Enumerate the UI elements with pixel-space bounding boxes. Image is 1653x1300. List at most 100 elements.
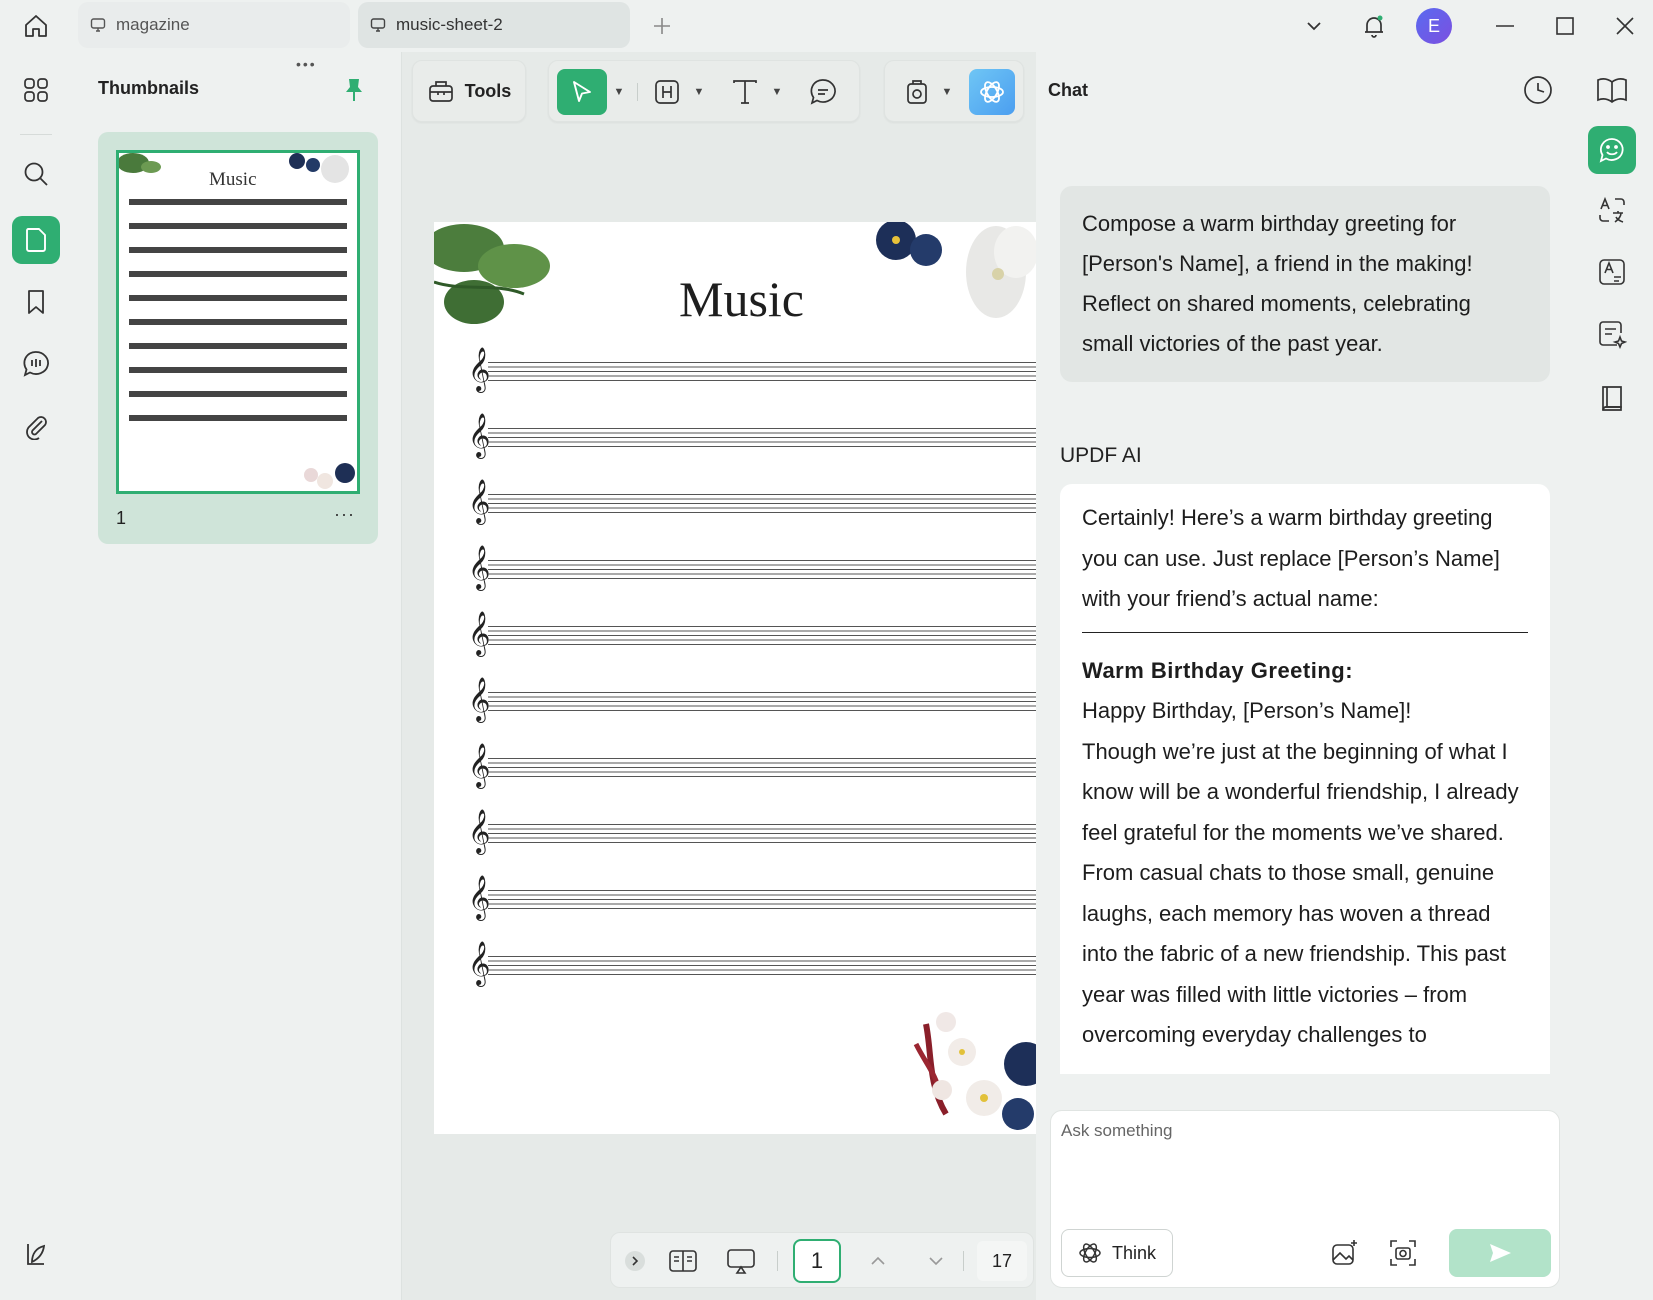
ai-divider bbox=[1082, 631, 1528, 633]
page-number-input[interactable]: 1 bbox=[793, 1239, 841, 1283]
heading-icon bbox=[655, 80, 679, 104]
music-staff: 𝄞 bbox=[468, 809, 1036, 853]
send-icon bbox=[1490, 1244, 1511, 1262]
insert-image-button[interactable] bbox=[1323, 1231, 1367, 1275]
presentation-button[interactable] bbox=[723, 1243, 759, 1279]
search-button[interactable] bbox=[12, 150, 60, 198]
thumbnail-page-title: Music bbox=[209, 169, 257, 190]
cursor-icon bbox=[573, 81, 591, 102]
bookmarks-button[interactable] bbox=[12, 278, 60, 326]
atom-icon bbox=[1079, 1243, 1101, 1263]
collapse-nav-button[interactable] bbox=[623, 1243, 647, 1279]
music-staff: 𝄞 bbox=[468, 545, 1036, 589]
thumbnail-card[interactable]: Music 1 ··· bbox=[98, 132, 378, 544]
ai-assistant-button[interactable] bbox=[969, 69, 1015, 115]
ai-message: Certainly! Here’s a warm birthday greeti… bbox=[1060, 484, 1550, 1074]
translate-button[interactable] bbox=[1588, 186, 1636, 234]
home-button[interactable] bbox=[18, 8, 54, 44]
chevron-down-icon bbox=[929, 1257, 943, 1266]
book-open-icon bbox=[1597, 78, 1627, 104]
book-icon bbox=[1602, 386, 1622, 411]
previous-page-button[interactable] bbox=[863, 1243, 893, 1279]
user-avatar[interactable]: E bbox=[1416, 8, 1452, 44]
new-tab-button[interactable] bbox=[648, 12, 676, 40]
comments-button[interactable] bbox=[12, 340, 60, 388]
attachments-button[interactable] bbox=[12, 402, 60, 450]
chevron-down-icon: ▼ bbox=[693, 86, 705, 98]
highlight-tool-dropdown[interactable]: ▼ bbox=[689, 69, 709, 115]
toolbar-divider bbox=[637, 83, 638, 101]
read-mode-button[interactable] bbox=[1588, 66, 1636, 114]
select-tool-button[interactable] bbox=[557, 69, 607, 115]
chat-history-button[interactable] bbox=[1520, 72, 1556, 108]
tools-label: Tools bbox=[464, 80, 512, 101]
ai-summarize-button[interactable] bbox=[1588, 310, 1636, 358]
ai-chat-icon bbox=[1599, 138, 1624, 163]
pin-button[interactable] bbox=[340, 76, 368, 104]
monitor-icon bbox=[90, 16, 108, 34]
chat-panel: Chat Compose a warm birthday greeting fo… bbox=[1036, 52, 1580, 1300]
highlight-tool-button[interactable] bbox=[647, 69, 687, 115]
edit-toolbar: ▼ ▼ ▼ bbox=[548, 60, 860, 122]
panel-drag-handle[interactable]: ••• bbox=[296, 56, 317, 72]
thumbnail-more-button[interactable]: ··· bbox=[334, 504, 355, 525]
notifications-button[interactable] bbox=[1356, 8, 1392, 44]
theme-button[interactable] bbox=[12, 1230, 60, 1278]
search-icon bbox=[24, 162, 48, 186]
presentation-icon bbox=[727, 1249, 755, 1274]
select-tool-dropdown[interactable]: ▼ bbox=[609, 69, 629, 115]
document-sparkle-icon bbox=[1599, 321, 1627, 349]
think-button[interactable]: Think bbox=[1061, 1229, 1173, 1277]
flower-decoration-icon bbox=[289, 153, 349, 183]
next-page-button[interactable] bbox=[921, 1243, 951, 1279]
chevron-up-icon bbox=[871, 1256, 885, 1265]
chevron-down-icon bbox=[1307, 22, 1321, 31]
ai-body: Though we’re just at the beginning of wh… bbox=[1082, 738, 1519, 1048]
chat-input[interactable] bbox=[1061, 1121, 1541, 1211]
maximize-button[interactable] bbox=[1547, 8, 1583, 44]
thumbnails-button[interactable] bbox=[12, 216, 60, 264]
ocr-icon bbox=[1599, 259, 1625, 285]
book-layout-icon bbox=[669, 1250, 697, 1272]
screenshot-button[interactable] bbox=[1381, 1231, 1425, 1275]
minimize-icon bbox=[1496, 25, 1514, 27]
image-sparkle-icon bbox=[1332, 1240, 1357, 1265]
knowledge-base-button[interactable] bbox=[1588, 374, 1636, 422]
ocr-button[interactable] bbox=[1588, 248, 1636, 296]
text-tool-dropdown[interactable]: ▼ bbox=[767, 69, 787, 115]
minimize-button[interactable] bbox=[1487, 8, 1523, 44]
document-page[interactable]: Music 𝄞 𝄞 𝄞 𝄞 𝄞 𝄞 𝄞 𝄞 𝄞 𝄞 bbox=[434, 222, 1036, 1134]
chevron-down-icon: ▼ bbox=[613, 86, 625, 98]
send-button[interactable] bbox=[1449, 1229, 1551, 1277]
nav-divider bbox=[963, 1251, 964, 1271]
tab-music-sheet-2[interactable]: music-sheet-2 bbox=[358, 2, 630, 48]
left-rail bbox=[0, 52, 72, 1300]
thumbnail-page[interactable]: Music bbox=[116, 150, 360, 494]
tab-magazine[interactable]: magazine bbox=[78, 2, 350, 48]
rail-divider bbox=[20, 134, 52, 135]
text-tool-button[interactable] bbox=[725, 69, 765, 115]
think-label: Think bbox=[1111, 1242, 1156, 1263]
ai-chat-button[interactable] bbox=[1588, 126, 1636, 174]
tabs-dropdown-button[interactable] bbox=[1296, 8, 1332, 44]
close-icon bbox=[1616, 17, 1634, 35]
maximize-icon bbox=[1556, 17, 1574, 35]
organize-pages-button[interactable] bbox=[12, 66, 60, 114]
screenshot-tool-dropdown[interactable]: ▼ bbox=[937, 69, 957, 115]
tools-button[interactable]: Tools bbox=[412, 60, 526, 122]
screenshot-tool-button[interactable] bbox=[897, 69, 937, 115]
music-staff: 𝄞 bbox=[468, 743, 1036, 787]
close-window-button[interactable] bbox=[1607, 8, 1643, 44]
right-rail bbox=[1580, 52, 1653, 1300]
comment-tool-button[interactable] bbox=[803, 69, 843, 115]
panel-title: Thumbnails bbox=[98, 78, 200, 98]
document-title: Music bbox=[679, 271, 804, 327]
page-layout-button[interactable] bbox=[665, 1243, 701, 1279]
page-icon bbox=[26, 228, 46, 252]
ai-label: UPDF AI bbox=[1060, 444, 1142, 467]
flower-decoration-icon bbox=[304, 463, 355, 489]
ai-greeting: Happy Birthday, [Person’s Name]! bbox=[1082, 698, 1412, 723]
pin-icon bbox=[346, 79, 362, 101]
chevron-right-icon bbox=[625, 1251, 645, 1271]
camera-icon bbox=[1390, 1240, 1416, 1266]
